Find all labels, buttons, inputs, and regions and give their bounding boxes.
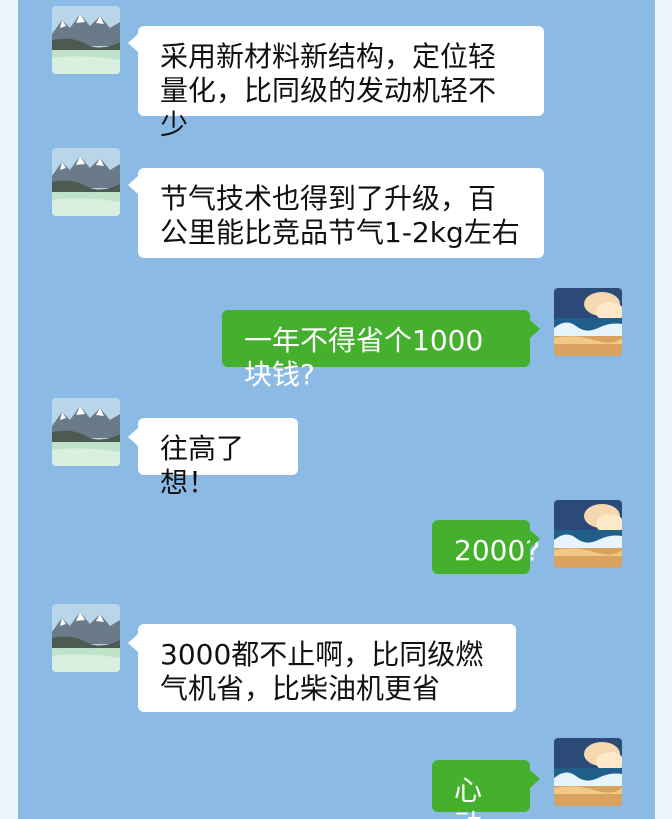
contact-avatar[interactable] — [52, 148, 120, 216]
bubble-tail — [128, 176, 138, 194]
message-bubble-incoming[interactable]: 往高了想！ — [138, 418, 298, 499]
ocean-wave-avatar-icon — [554, 288, 622, 356]
contact-avatar[interactable] — [52, 604, 120, 672]
message-bubble-outgoing[interactable]: 2000? — [432, 520, 540, 574]
bubble-tail — [530, 320, 540, 338]
page-frame: 采用新材料新结构，定位轻量化，比同级的发动机轻不少 节气技术也得到了升级，百公里… — [0, 0, 672, 819]
ocean-wave-avatar-icon — [554, 500, 622, 568]
user-avatar[interactable] — [554, 288, 622, 356]
ocean-wave-avatar-icon — [554, 738, 622, 806]
message-bubble-incoming[interactable]: 3000都不止啊，比同级燃气机省，比柴油机更省 — [138, 624, 516, 712]
message-bubble-outgoing[interactable]: 一年不得省个1000块钱? — [222, 310, 530, 391]
mountain-lake-avatar-icon — [52, 398, 120, 466]
contact-avatar[interactable] — [52, 398, 120, 466]
bubble-tail — [128, 34, 138, 52]
bubble-tail — [530, 530, 540, 548]
chat-area[interactable]: 采用新材料新结构，定位轻量化，比同级的发动机轻不少 节气技术也得到了升级，百公里… — [18, 0, 655, 819]
bubble-tail — [530, 770, 540, 788]
message-bubble-outgoing[interactable]: 心动了 — [432, 760, 530, 819]
message-bubble-incoming[interactable]: 采用新材料新结构，定位轻量化，比同级的发动机轻不少 — [138, 26, 544, 141]
message-bubble-incoming[interactable]: 节气技术也得到了升级，百公里能比竞品节气1-2kg左右 — [138, 168, 544, 258]
bubble-tail — [128, 428, 138, 446]
contact-avatar[interactable] — [52, 6, 120, 74]
mountain-lake-avatar-icon — [52, 6, 120, 74]
mountain-lake-avatar-icon — [52, 604, 120, 672]
user-avatar[interactable] — [554, 738, 622, 806]
mountain-lake-avatar-icon — [52, 148, 120, 216]
user-avatar[interactable] — [554, 500, 622, 568]
bubble-tail — [128, 634, 138, 652]
